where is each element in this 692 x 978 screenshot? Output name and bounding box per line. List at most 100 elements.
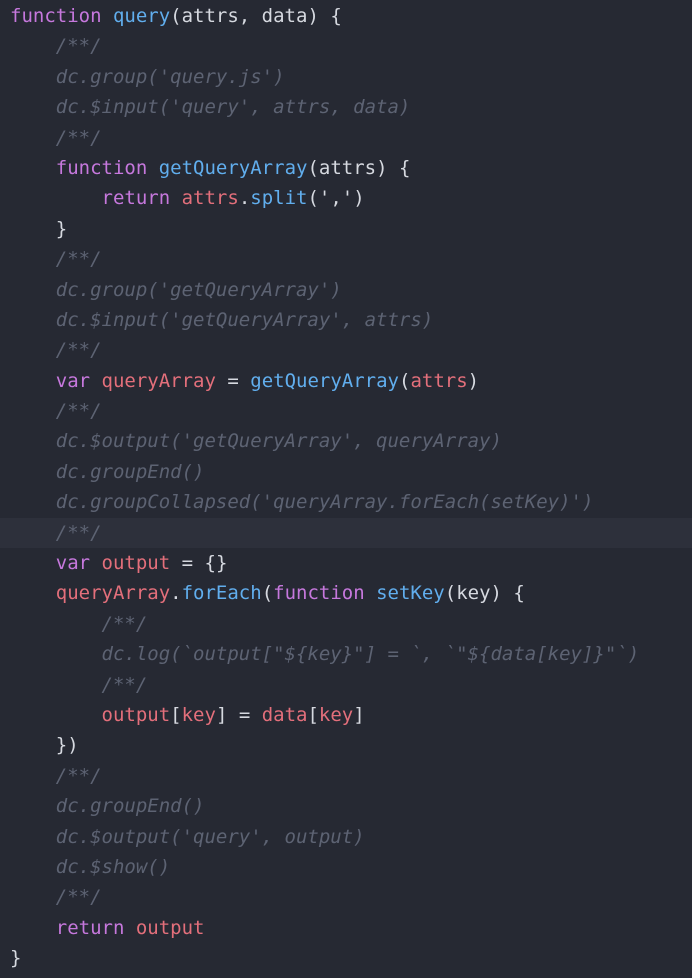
code-token: ) — [467, 369, 480, 392]
code-token: output — [101, 703, 171, 726]
code-token: /**/ — [101, 673, 148, 696]
code-token: [ — [170, 703, 182, 726]
code-token: attrs — [410, 369, 468, 392]
code-token: /**/ — [55, 400, 102, 423]
code-line[interactable]: } — [0, 214, 692, 244]
code-line[interactable]: dc.$output('getQueryArray', queryArray) — [0, 426, 692, 456]
code-token: dc.$show() — [55, 855, 171, 878]
code-line[interactable]: dc.$output('query', output) — [0, 822, 692, 852]
code-line[interactable]: var queryArray = getQueryArray(attrs) — [0, 366, 692, 396]
code-line[interactable]: /**/ — [0, 609, 692, 639]
code-token: [ — [307, 703, 319, 726]
code-token: function — [55, 156, 148, 179]
code-line[interactable]: /**/ — [0, 761, 692, 791]
code-line[interactable]: dc.$input('query', attrs, data) — [0, 92, 692, 122]
code-line[interactable]: /**/ — [0, 244, 692, 274]
code-token: dc.$input('query', attrs, data) — [55, 96, 411, 119]
code-token: key — [181, 703, 216, 726]
code-line[interactable]: dc.log(`output["${key}"] = `, `"${data[k… — [0, 639, 692, 669]
code-token: ] = — [215, 703, 262, 726]
code-token: dc.group('getQueryArray') — [55, 278, 342, 301]
code-token: query — [112, 5, 171, 27]
code-line[interactable]: var output = {} — [0, 548, 692, 578]
code-token: /**/ — [55, 886, 102, 909]
code-token: var — [55, 369, 91, 392]
code-line[interactable]: /**/ — [0, 670, 692, 700]
code-token: setKey — [376, 582, 445, 605]
code-line[interactable]: queryArray.forEach(function setKey(key) … — [0, 578, 692, 608]
code-line[interactable]: /**/ — [0, 396, 692, 426]
code-line[interactable]: /**/ — [0, 517, 692, 549]
code-token: ( — [261, 582, 274, 605]
code-line[interactable]: dc.groupEnd() — [0, 791, 692, 821]
code-line[interactable]: /**/ — [0, 882, 692, 912]
code-token: (attrs, data) { — [170, 5, 342, 27]
code-line[interactable]: output[key] = data[key] — [0, 700, 692, 730]
code-token: ] — [353, 703, 365, 726]
code-token: getQueryArray — [158, 156, 308, 179]
code-token: dc.$output('getQueryArray', queryArray) — [55, 430, 502, 453]
code-line[interactable]: } — [0, 943, 692, 973]
code-token: queryArray — [55, 582, 171, 605]
code-line[interactable]: /**/ — [0, 123, 692, 153]
code-token: (',') — [307, 187, 365, 210]
code-token: = {} — [170, 552, 228, 575]
code-token: dc.groupEnd() — [55, 460, 205, 483]
code-line[interactable]: function getQueryArray(attrs) { — [0, 153, 692, 183]
code-line[interactable]: dc.$input('getQueryArray', attrs) — [0, 305, 692, 335]
code-token: var — [55, 552, 91, 575]
code-line[interactable]: dc.groupCollapsed('queryArray.forEach(se… — [0, 487, 692, 517]
code-line[interactable]: /**/ — [0, 335, 692, 365]
code-token: dc.$output('query', output) — [55, 825, 365, 848]
code-line[interactable]: function query(attrs, data) { — [0, 1, 692, 31]
code-line[interactable]: dc.group('query.js') — [0, 62, 692, 92]
code-token: /**/ — [55, 339, 102, 362]
code-token: = — [215, 369, 251, 392]
code-line[interactable]: return output — [0, 913, 692, 943]
code-token: attrs — [181, 187, 239, 210]
code-token: output — [101, 552, 171, 575]
code-token: forEach — [181, 582, 262, 605]
code-token: /**/ — [55, 521, 102, 544]
code-token: return — [55, 916, 125, 939]
code-token: /**/ — [55, 248, 102, 271]
code-token: split — [250, 187, 308, 210]
code-token: data — [261, 703, 308, 726]
code-line[interactable]: dc.groupEnd() — [0, 457, 692, 487]
code-line[interactable]: dc.group('getQueryArray') — [0, 275, 692, 305]
code-token: . — [238, 187, 251, 210]
code-line[interactable]: /**/ — [0, 31, 692, 61]
code-token: dc.groupCollapsed('queryArray.forEach(se… — [55, 491, 594, 514]
code-line[interactable]: return attrs.split(',') — [0, 183, 692, 213]
code-line[interactable]: }) — [0, 730, 692, 760]
code-editor[interactable]: function query(attrs, data) { /**/ dc.gr… — [0, 1, 692, 978]
code-line[interactable]: dc.$show() — [0, 852, 692, 882]
code-token: dc.groupEnd() — [55, 795, 205, 818]
